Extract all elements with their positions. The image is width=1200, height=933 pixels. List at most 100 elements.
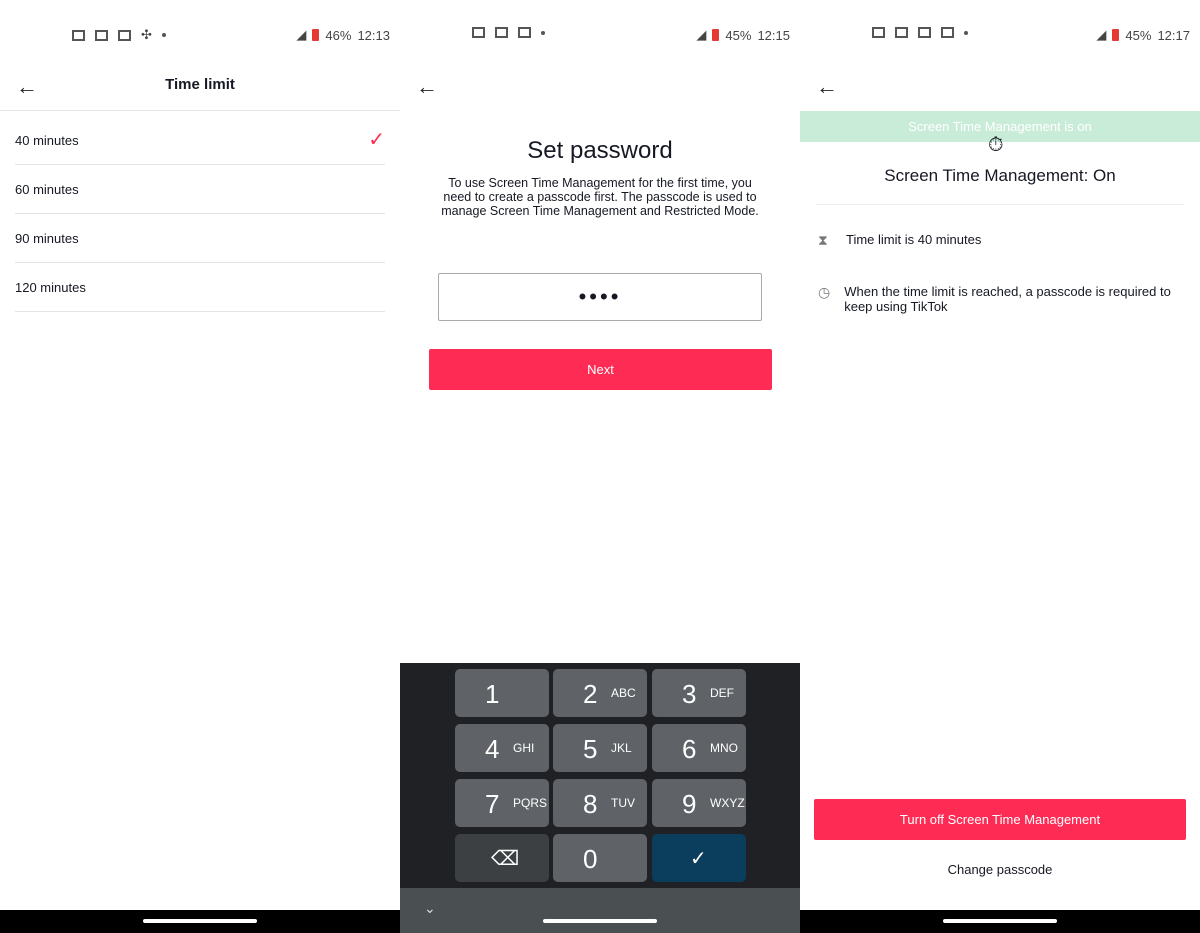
mail-icon bbox=[895, 27, 908, 38]
backspace-key[interactable]: ⌫ bbox=[455, 834, 549, 882]
key-4[interactable]: 4 GHI bbox=[455, 724, 549, 772]
clock: 12:17 bbox=[1157, 27, 1190, 43]
check-icon: ✓ bbox=[690, 848, 707, 870]
key-letters: MNO bbox=[710, 741, 738, 755]
mail-icon bbox=[941, 27, 954, 38]
key-8[interactable]: 8 TUV bbox=[553, 779, 647, 827]
key-letters: JKL bbox=[611, 741, 632, 755]
key-digit: 3 bbox=[682, 679, 697, 709]
key-letters: TUV bbox=[611, 796, 635, 810]
change-passcode-link[interactable]: Change passcode bbox=[800, 862, 1200, 877]
back-arrow-icon[interactable]: ← bbox=[816, 74, 838, 100]
key-7[interactable]: 7 PQRS bbox=[455, 779, 549, 827]
app-icon bbox=[918, 27, 931, 38]
key-3[interactable]: 3 DEF bbox=[652, 669, 746, 717]
key-letters: DEF bbox=[710, 686, 734, 700]
key-6[interactable]: 6 MNO bbox=[652, 724, 746, 772]
key-1[interactable]: 1 bbox=[455, 669, 549, 717]
clock: 12:13 bbox=[357, 27, 390, 43]
option-60-minutes[interactable]: 60 minutes bbox=[15, 165, 385, 214]
battery-icon bbox=[1112, 29, 1120, 41]
option-label: 60 minutes bbox=[15, 182, 79, 197]
battery-level: 45% bbox=[725, 27, 752, 43]
battery-level: 45% bbox=[1125, 27, 1152, 43]
mail-icon bbox=[518, 27, 531, 38]
time-limit-screen: ✣ ◢ 46% 12:13 ← Time limit 40 minutes ✓ 60 … bbox=[0, 0, 400, 933]
key-letters: ABC bbox=[611, 686, 636, 700]
divider bbox=[0, 110, 400, 111]
heading: Screen Time Management: On bbox=[884, 166, 1116, 185]
home-handle[interactable] bbox=[943, 919, 1057, 923]
timer-lock-icon: ⏱ bbox=[988, 134, 1004, 156]
key-digit: 4 bbox=[485, 734, 500, 764]
set-password-screen: ◢ 45% 12:15 ← Set password To use Screen T… bbox=[400, 0, 800, 933]
option-label: 40 minutes bbox=[15, 133, 79, 148]
nav-bar bbox=[800, 910, 1200, 933]
option-90-minutes[interactable]: 90 minutes bbox=[15, 214, 385, 263]
option-label: 90 minutes bbox=[15, 231, 79, 246]
checkmark-icon: ✓ bbox=[368, 129, 385, 151]
home-handle[interactable] bbox=[543, 919, 657, 923]
screen-time-on-screen: ◢ 45% 12:17 ← Screen Time Management is on… bbox=[800, 0, 1200, 933]
key-5[interactable]: 5 JKL bbox=[553, 724, 647, 772]
key-digit: 7 bbox=[485, 789, 500, 819]
key-digit: 2 bbox=[583, 679, 598, 709]
gallery-icon bbox=[72, 29, 85, 41]
status-bar: ✣ ◢ 46% 12:13 bbox=[0, 24, 400, 46]
info-text: When the time limit is reached, a passco… bbox=[844, 284, 1171, 314]
mail-icon bbox=[118, 29, 131, 41]
keyboard-bottom-bar: ⌄ bbox=[400, 888, 800, 933]
clock-icon: ◷ bbox=[818, 284, 831, 300]
option-40-minutes[interactable]: 40 minutes ✓ bbox=[15, 116, 385, 165]
battery-icon bbox=[712, 29, 720, 41]
password-input[interactable]: •••• bbox=[438, 273, 762, 321]
next-button[interactable]: Next bbox=[429, 349, 772, 390]
battery-icon bbox=[312, 29, 320, 41]
battery-level: 46% bbox=[325, 27, 352, 43]
backspace-icon: ⌫ bbox=[491, 848, 520, 870]
hide-keyboard-chevron-icon[interactable]: ⌄ bbox=[424, 900, 436, 917]
heading: Set password bbox=[527, 137, 673, 164]
info-passcode: ◷ When the time limit is reached, a passc… bbox=[818, 284, 1188, 314]
gallery-icon bbox=[872, 27, 885, 38]
more-dot-icon bbox=[964, 30, 968, 35]
key-2[interactable]: 2 ABC bbox=[553, 669, 647, 717]
key-letters: GHI bbox=[513, 741, 535, 755]
hourglass-icon: ⧗ bbox=[818, 232, 828, 248]
app-icon bbox=[495, 27, 508, 38]
status-bar: ◢ 45% 12:15 bbox=[400, 24, 800, 46]
app-icon bbox=[95, 29, 108, 41]
info-time-limit: ⧗ Time limit is 40 minutes bbox=[818, 232, 981, 249]
done-key[interactable]: ✓ bbox=[652, 834, 746, 882]
key-digit: 8 bbox=[583, 789, 598, 819]
key-digit: 0 bbox=[583, 844, 598, 874]
turn-off-button[interactable]: Turn off Screen Time Management bbox=[814, 799, 1186, 840]
home-handle[interactable] bbox=[143, 919, 257, 923]
signal-icon: ◢ bbox=[1096, 27, 1107, 42]
status-bar: ◢ 45% 12:17 bbox=[800, 24, 1200, 46]
more-dot-icon bbox=[161, 33, 166, 37]
page-title: Time limit bbox=[165, 76, 235, 93]
key-letters: PQRS bbox=[513, 796, 548, 810]
clock: 12:15 bbox=[757, 27, 790, 43]
signal-icon: ◢ bbox=[696, 27, 707, 42]
back-arrow-icon[interactable]: ← bbox=[416, 74, 438, 100]
key-0[interactable]: 0 bbox=[553, 834, 647, 882]
pinwheel-icon: ✣ bbox=[141, 27, 152, 42]
key-digit: 6 bbox=[682, 734, 697, 764]
description: To use Screen Time Management for the fi… bbox=[441, 176, 759, 218]
key-9[interactable]: 9 WXYZ bbox=[652, 779, 746, 827]
option-120-minutes[interactable]: 120 minutes bbox=[15, 263, 385, 312]
key-digit: 9 bbox=[682, 789, 697, 819]
key-letters: WXYZ bbox=[710, 796, 745, 810]
signal-icon: ◢ bbox=[296, 27, 307, 42]
gallery-icon bbox=[472, 27, 485, 38]
option-label: 120 minutes bbox=[15, 280, 86, 295]
key-digit: 1 bbox=[485, 679, 500, 709]
divider bbox=[816, 204, 1184, 205]
key-digit: 5 bbox=[583, 734, 598, 764]
nav-bar bbox=[0, 910, 400, 933]
more-dot-icon bbox=[541, 30, 545, 35]
info-text: Time limit is 40 minutes bbox=[846, 232, 982, 247]
numeric-keyboard: 1 2 ABC 3 DEF 4 GHI 5 JKL 6 MNO 7 PQRS 8 TUV 9 WXYZ 0 ⌫ ✓ bbox=[400, 663, 800, 910]
